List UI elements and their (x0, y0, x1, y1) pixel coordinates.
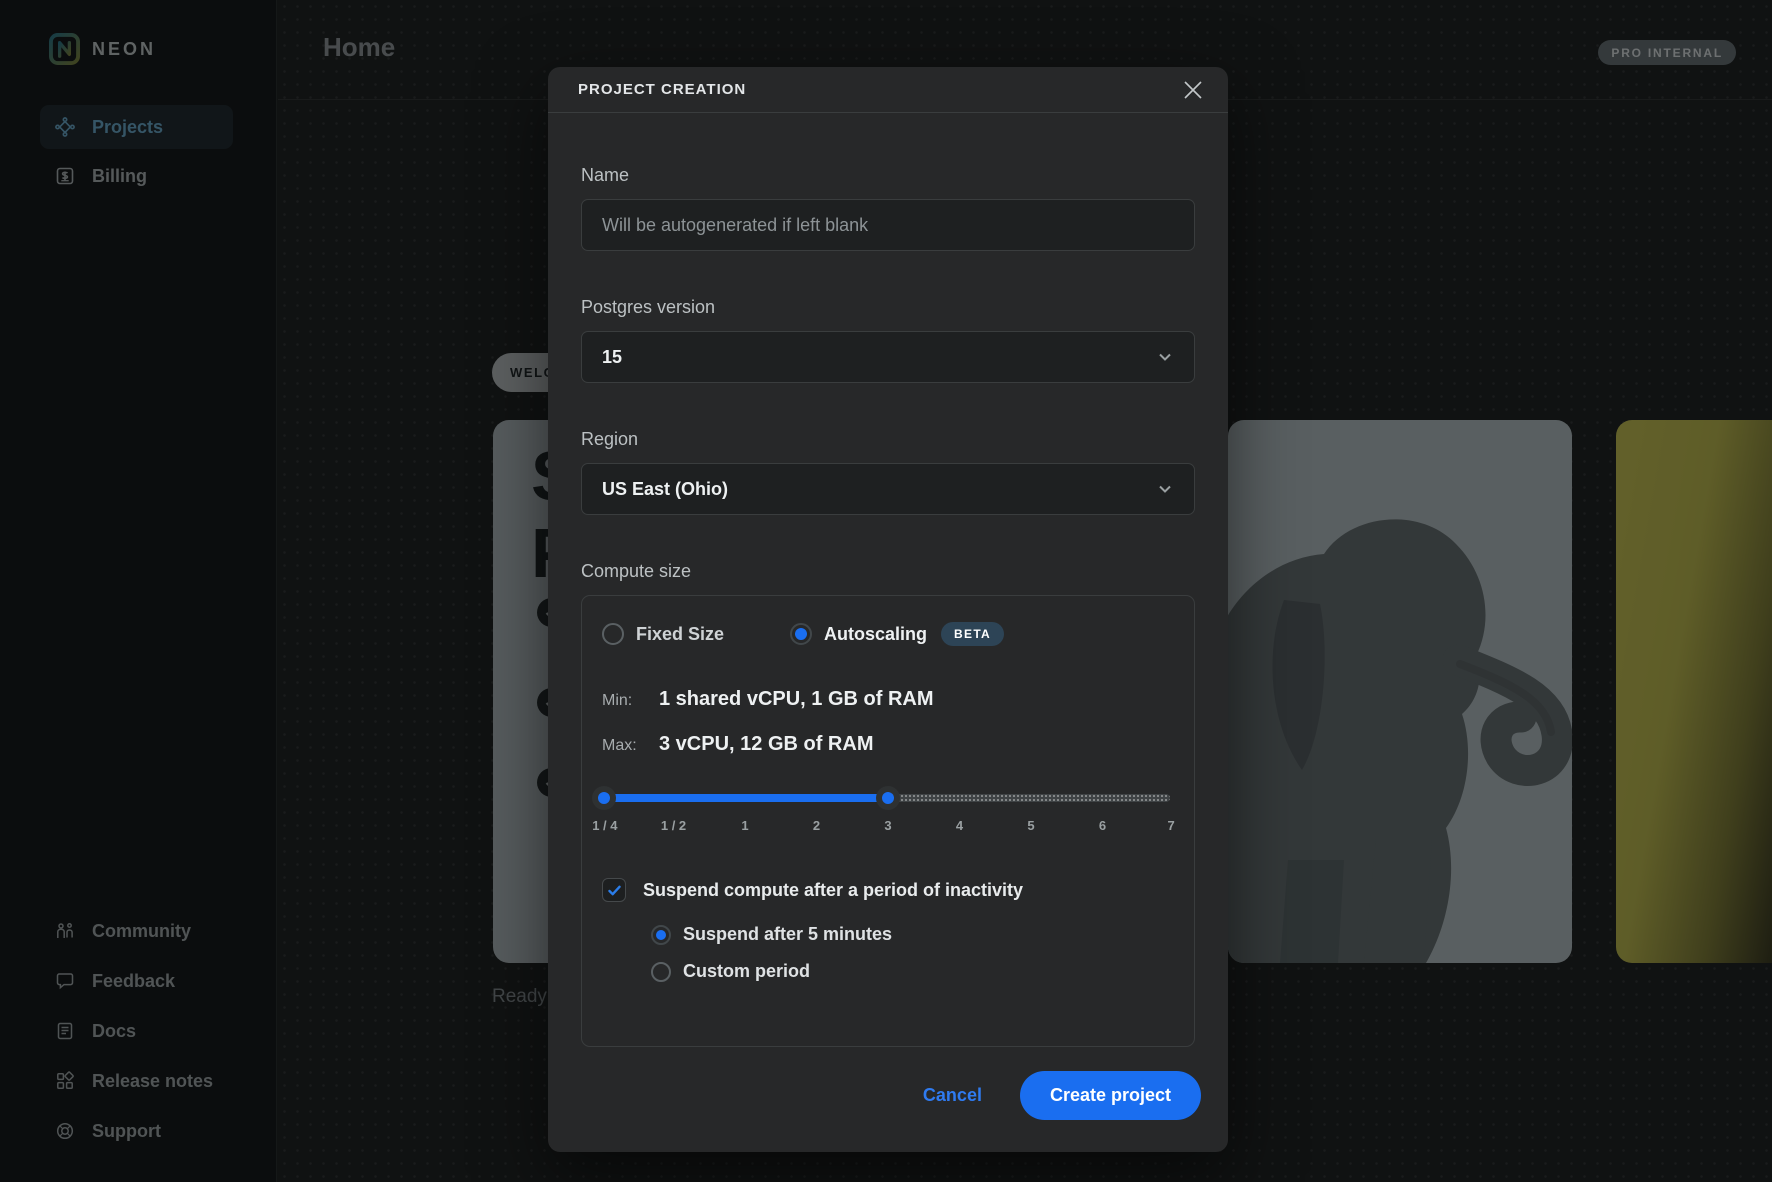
fixed-size-label: Fixed Size (636, 624, 724, 645)
slider-min-handle[interactable] (592, 786, 616, 810)
tick-label: 5 (1027, 818, 1034, 833)
slider-max-handle[interactable] (876, 786, 900, 810)
suspend-after-row: Suspend after 5 minutes (651, 924, 1174, 945)
close-icon[interactable] (1180, 77, 1206, 103)
tick-label: 2 (813, 818, 820, 833)
suspend-checkbox-row: Suspend compute after a period of inacti… (602, 878, 1174, 902)
create-project-button[interactable]: Create project (1020, 1071, 1201, 1120)
project-creation-modal: PROJECT CREATION Name Postgres version 1… (548, 67, 1228, 1152)
cancel-button[interactable]: Cancel (923, 1085, 982, 1106)
fixed-size-radio[interactable] (602, 623, 624, 645)
modal-title: PROJECT CREATION (578, 81, 746, 98)
postgres-version-select[interactable]: 15 (581, 331, 1195, 383)
max-row: Max: 3 vCPU, 12 GB of RAM (602, 733, 1174, 756)
checkmark-icon (607, 883, 622, 898)
autoscaling-label: Autoscaling (824, 624, 927, 645)
tick-label: 1 / 4 (592, 818, 617, 833)
project-name-input[interactable] (581, 199, 1195, 251)
custom-period-label: Custom period (683, 961, 810, 982)
compute-size-panel: Fixed Size Autoscaling BETA Min: 1 share… (581, 595, 1195, 1047)
region-value: US East (Ohio) (602, 479, 728, 500)
modal-body: Name Postgres version 15 Region US East … (548, 113, 1228, 1047)
compute-size-label: Compute size (581, 561, 1195, 582)
postgres-version-value: 15 (602, 347, 622, 368)
tick-label: 4 (956, 818, 963, 833)
min-label: Min: (602, 692, 659, 710)
autoscaling-radio[interactable] (790, 623, 812, 645)
suspend-after-5-label: Suspend after 5 minutes (683, 924, 892, 945)
compute-mode-radios: Fixed Size Autoscaling BETA (602, 622, 1174, 646)
name-label: Name (581, 165, 1195, 186)
tick-label: 1 / 2 (661, 818, 686, 833)
region-select[interactable]: US East (Ohio) (581, 463, 1195, 515)
tick-label: 1 (741, 818, 748, 833)
slider-filled-range (604, 794, 890, 802)
chevron-down-icon (1156, 348, 1174, 366)
beta-badge: BETA (941, 622, 1004, 646)
slider-tick-labels: 1 / 4 1 / 2 1 2 3 4 5 6 7 (602, 818, 1174, 834)
custom-period-radio[interactable] (651, 962, 671, 982)
suspend-after-5-radio[interactable] (651, 925, 671, 945)
postgres-version-label: Postgres version (581, 297, 1195, 318)
app-root: NEON Projects Billing Community (0, 0, 1772, 1182)
chevron-down-icon (1156, 480, 1174, 498)
max-value: 3 vCPU, 12 GB of RAM (659, 733, 873, 756)
max-label: Max: (602, 737, 659, 755)
modal-footer: Cancel Create project (923, 1071, 1201, 1120)
min-row: Min: 1 shared vCPU, 1 GB of RAM (602, 688, 1174, 711)
suspend-checkbox[interactable] (602, 878, 626, 902)
tick-label: 7 (1168, 818, 1175, 833)
tick-label: 6 (1099, 818, 1106, 833)
compute-range-slider[interactable] (602, 786, 1174, 810)
modal-header: PROJECT CREATION (548, 67, 1228, 113)
min-value: 1 shared vCPU, 1 GB of RAM (659, 688, 934, 711)
custom-period-row: Custom period (651, 961, 1174, 982)
region-label: Region (581, 429, 1195, 450)
tick-label: 3 (884, 818, 891, 833)
suspend-label: Suspend compute after a period of inacti… (643, 880, 1023, 901)
